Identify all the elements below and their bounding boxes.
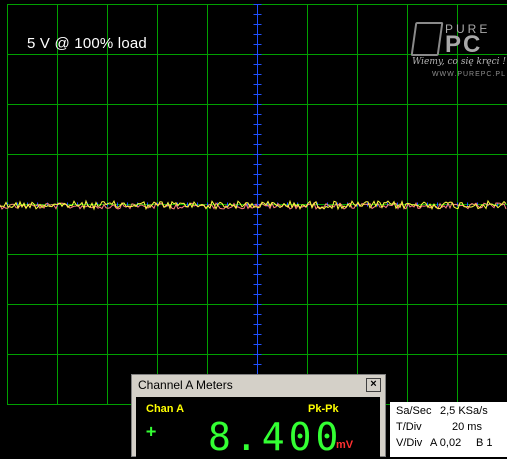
close-button[interactable]: × [366, 378, 381, 392]
meter-display: Chan A Pk-Pk + 8.400 mV [136, 397, 380, 458]
channel-a-meters-window[interactable]: Channel A Meters × Chan A Pk-Pk + 8.400 … [131, 374, 386, 457]
measurement-mode-label: Pk-Pk [308, 403, 339, 415]
time-div-label: T/Div [396, 421, 422, 433]
volt-div-label: V/Div [396, 437, 422, 449]
logo-pc-text: PC [445, 31, 482, 59]
volt-div-channel-a: A 0,02 [430, 437, 461, 449]
meter-window-title: Channel A Meters [138, 378, 233, 392]
volt-div-channel-b: B 1 [476, 437, 493, 449]
purepc-logo: PURE PC Wiemy, co się kręci ! WWW.PUREPC… [402, 20, 506, 86]
sample-rate-value: 2,5 KSa/s [440, 405, 488, 417]
status-panel: Sa/Sec 2,5 KSa/s T/Div 20 ms V/Div A 0,0… [390, 402, 507, 457]
logo-tagline: Wiemy, co się kręci ! [402, 57, 506, 67]
logo-url: WWW.PUREPC.PL [402, 71, 506, 78]
time-div-value: 20 ms [452, 421, 482, 433]
channel-label: Chan A [146, 403, 184, 415]
meter-titlebar[interactable]: Channel A Meters × [132, 375, 385, 394]
logo-mark-icon [411, 22, 444, 56]
meter-unit: mV [336, 439, 353, 451]
scope-title: 5 V @ 100% load [27, 35, 147, 52]
sample-rate-label: Sa/Sec [396, 405, 431, 417]
meter-reading: 8.400 [208, 418, 342, 456]
coupling-indicator: + [146, 425, 156, 439]
